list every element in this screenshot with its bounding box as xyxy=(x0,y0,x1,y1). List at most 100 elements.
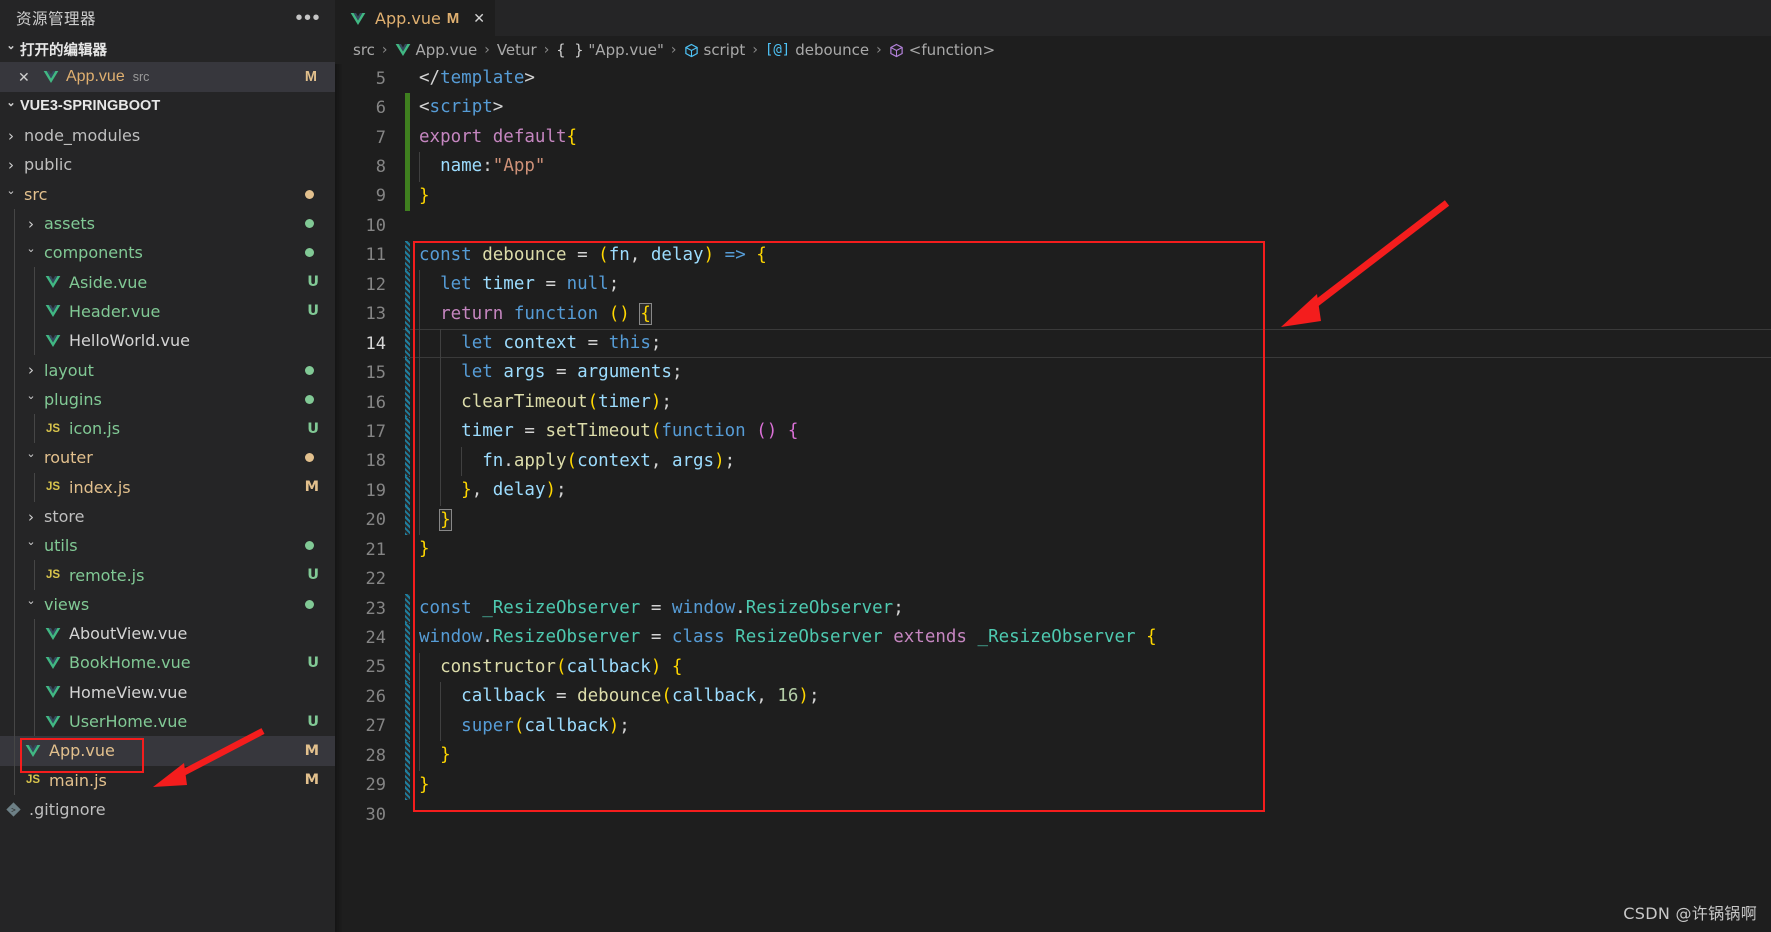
workspace-section-header[interactable]: VUE3-SPRINGBOOT xyxy=(0,93,335,119)
code-line[interactable]: 12 let timer = null; xyxy=(335,270,1771,300)
tree-item-gitignore[interactable]: > .gitignore xyxy=(0,795,335,824)
code-line[interactable]: 22 xyxy=(335,564,1771,593)
code-line[interactable]: 7 export default{ xyxy=(335,122,1771,153)
chevron-right-icon xyxy=(2,127,20,145)
code-text: const debounce = (fn, delay) => { xyxy=(419,244,767,265)
tree-item-router[interactable]: router xyxy=(0,443,335,473)
status-badge: M xyxy=(304,742,319,759)
git-modified-gutter xyxy=(405,741,410,771)
breadcrumb-item-src[interactable]: src xyxy=(353,41,375,59)
cube-purple-icon xyxy=(889,43,904,58)
indent-guide xyxy=(14,208,15,239)
chevron-down-icon xyxy=(2,188,20,201)
git-modified-gutter xyxy=(405,299,410,329)
indent-guide xyxy=(14,765,15,795)
variable-icon: [@] xyxy=(764,42,791,58)
tree-item-header-vue[interactable]: Header.vue U xyxy=(0,296,335,327)
code-line[interactable]: 18 fn.apply(context, args); xyxy=(335,446,1771,477)
tree-item-main-js[interactable]: JS main.js M xyxy=(0,765,335,795)
line-number: 15 xyxy=(365,363,386,384)
git-modified-gutter xyxy=(405,682,410,712)
indent-guide xyxy=(14,326,15,356)
tree-item-src[interactable]: src xyxy=(0,180,335,209)
chevron-right-icon xyxy=(22,508,40,526)
code-line[interactable]: 19 }, delay); xyxy=(335,476,1771,506)
tree-item-userhome-vue[interactable]: UserHome.vue U xyxy=(0,706,335,737)
code-line[interactable]: 11 const debounce = (fn, delay) => { xyxy=(335,240,1771,271)
code-line[interactable]: 26 callback = debounce(callback, 16); xyxy=(335,682,1771,712)
indent-guide xyxy=(34,296,35,327)
code-line[interactable]: 5 </template> xyxy=(335,64,1771,93)
breadcrumb-item-appvue[interactable]: { } "App.vue" xyxy=(556,41,664,59)
indent-guide xyxy=(14,677,15,707)
tree-item-views[interactable]: views xyxy=(0,589,335,620)
breadcrumb-item-appvue[interactable]: App.vue xyxy=(395,41,477,59)
git-modified-gutter xyxy=(405,711,410,742)
tree-item-plugins[interactable]: plugins xyxy=(0,384,335,414)
line-number: 23 xyxy=(365,598,386,619)
code-line[interactable]: 25 constructor(callback) { xyxy=(335,652,1771,683)
code-line[interactable]: 29} xyxy=(335,770,1771,800)
tab-app-vue[interactable]: App.vue M ✕ xyxy=(335,0,496,36)
status-badge: U xyxy=(307,420,319,437)
code-line[interactable]: 14 let context = this; xyxy=(335,328,1771,359)
code-line[interactable]: 23 const _ResizeObserver = window.ResizeO… xyxy=(335,593,1771,624)
code-text: return function () { xyxy=(440,302,652,325)
code-line[interactable]: 27 super(callback); xyxy=(335,711,1771,742)
tree-item-label: router xyxy=(44,448,93,468)
chevron-down-icon xyxy=(22,393,40,406)
tree-item-icon-js[interactable]: JS icon.js U xyxy=(0,413,335,444)
close-icon[interactable]: ✕ xyxy=(18,69,40,86)
breadcrumb-item-function[interactable]: <function> xyxy=(889,41,995,59)
code-line[interactable]: 15 let args = arguments; xyxy=(335,358,1771,388)
code-line[interactable]: 8 name:"App" xyxy=(335,152,1771,182)
tree-item-homeview-vue[interactable]: HomeView.vue xyxy=(0,677,335,707)
code-text: callback = debounce(callback, 16); xyxy=(461,686,820,707)
code-line[interactable]: 30 xyxy=(335,800,1771,829)
vue-icon xyxy=(42,275,64,289)
tree-item-remote-js[interactable]: JS remote.js U xyxy=(0,560,335,590)
code-line[interactable]: 10 xyxy=(335,211,1771,240)
tree-item-bookhome-vue[interactable]: BookHome.vue U xyxy=(0,648,335,678)
tree-item-public[interactable]: public xyxy=(0,150,335,179)
git-modified-gutter xyxy=(405,652,410,683)
code-editor[interactable]: 5 </template> 6 <script> 7 export default{8 n… xyxy=(335,64,1771,932)
tree-item-label: utils xyxy=(44,536,78,556)
file-tree: node_modulespublic src assets components Asi… xyxy=(0,119,335,824)
code-line[interactable]: 21} xyxy=(335,535,1771,564)
tree-item-layout[interactable]: layout xyxy=(0,355,335,385)
breadcrumb-item-vetur[interactable]: Vetur xyxy=(497,41,537,59)
code-text: } xyxy=(419,539,430,559)
tree-item-components[interactable]: components xyxy=(0,238,335,268)
chevron-down-icon xyxy=(22,246,40,259)
breadcrumb-item-script[interactable]: script xyxy=(684,41,745,59)
tree-item-label: public xyxy=(24,155,73,175)
close-icon[interactable]: ✕ xyxy=(473,10,485,27)
code-line[interactable]: 24 window.ResizeObserver = class ResizeOb… xyxy=(335,623,1771,653)
code-text: super(callback); xyxy=(461,715,630,736)
code-line[interactable]: 6 <script> xyxy=(335,93,1771,123)
line-number: 26 xyxy=(365,686,386,707)
tree-item-store[interactable]: store xyxy=(0,501,335,532)
code-line[interactable]: 20 } xyxy=(335,505,1771,535)
tree-item-index-js[interactable]: JS index.js M xyxy=(0,472,335,502)
code-text: name:"App" xyxy=(440,156,546,177)
tree-item-app-vue[interactable]: App.vue M xyxy=(0,736,335,766)
ellipsis-icon[interactable]: ••• xyxy=(295,8,321,28)
tree-item-helloworld-vue[interactable]: HelloWorld.vue xyxy=(0,326,335,356)
chevron-down-icon xyxy=(22,539,40,552)
code-line[interactable]: 28 } xyxy=(335,741,1771,771)
tree-item-node-modules[interactable]: node_modules xyxy=(0,121,335,150)
code-line[interactable]: 17 timer = setTimeout(function () { xyxy=(335,417,1771,447)
tree-item-aboutview-vue[interactable]: AboutView.vue xyxy=(0,619,335,649)
line-number: 20 xyxy=(365,510,386,531)
breadcrumb-item-debounce[interactable]: [@] debounce xyxy=(765,41,869,59)
open-editor-item-app-vue[interactable]: ✕ App.vue src M xyxy=(0,62,335,92)
tree-item-assets[interactable]: assets xyxy=(0,208,335,239)
code-line[interactable]: 16 clearTimeout(timer); xyxy=(335,387,1771,418)
tree-item-aside-vue[interactable]: Aside.vue U xyxy=(0,267,335,297)
code-line[interactable]: 9} xyxy=(335,181,1771,212)
code-line[interactable]: 13 return function () { xyxy=(335,299,1771,329)
tree-item-utils[interactable]: utils xyxy=(0,531,335,561)
open-editors-section-header[interactable]: 打开的编辑器 xyxy=(0,36,335,62)
